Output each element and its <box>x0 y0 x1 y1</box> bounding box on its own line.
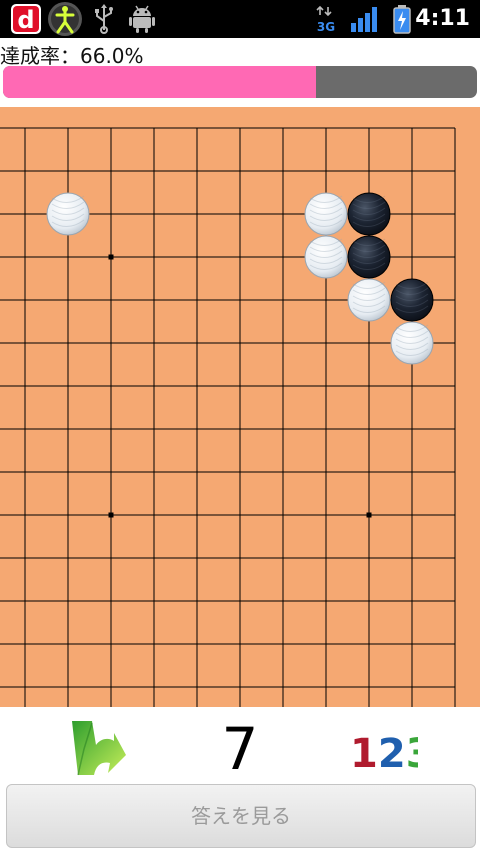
android-debug-icon <box>128 3 160 35</box>
signal-icon <box>350 3 382 35</box>
status-bar: d 3G 4:11 <box>0 0 480 38</box>
move-number: 7 <box>221 715 259 783</box>
progress-fill <box>3 66 316 98</box>
go-board-grid[interactable] <box>0 107 480 707</box>
go-board[interactable] <box>0 107 480 707</box>
white-stone <box>390 321 434 365</box>
black-stone <box>347 235 391 279</box>
black-stone <box>347 192 391 236</box>
show-answer-button[interactable]: 答えを見る <box>6 784 476 848</box>
control-panel: 7 123 答えを見る <box>0 707 480 854</box>
undo-button[interactable] <box>66 719 130 783</box>
show-move-numbers-button[interactable]: 123 <box>348 721 434 777</box>
white-stone <box>46 192 90 236</box>
undo-arrow-icon <box>72 721 126 776</box>
move-numbers-icon: 123 <box>350 731 434 777</box>
achievement-rate-label: 達成率：66.0% <box>0 44 144 68</box>
star-point <box>366 512 372 518</box>
svg-text:d: d <box>17 6 34 34</box>
achievement-progress-bar <box>3 66 477 98</box>
star-point <box>108 512 114 518</box>
docomo-d-icon: d <box>10 3 42 35</box>
move-numbers-digit: 3 <box>406 731 418 777</box>
white-stone <box>347 278 391 322</box>
usb-icon <box>92 3 124 35</box>
move-numbers-label: 123 <box>350 731 418 777</box>
stickman-app-icon <box>47 1 83 37</box>
white-stone <box>304 192 348 236</box>
svg-text:3G: 3G <box>317 20 335 34</box>
white-stone <box>304 235 348 279</box>
clock: 4:11 <box>415 6 470 31</box>
black-stone <box>390 278 434 322</box>
move-numbers-digit: 1 <box>350 731 378 777</box>
move-numbers-digit: 2 <box>378 731 406 777</box>
3g-data-icon: 3G <box>314 3 346 35</box>
star-point <box>108 254 114 260</box>
